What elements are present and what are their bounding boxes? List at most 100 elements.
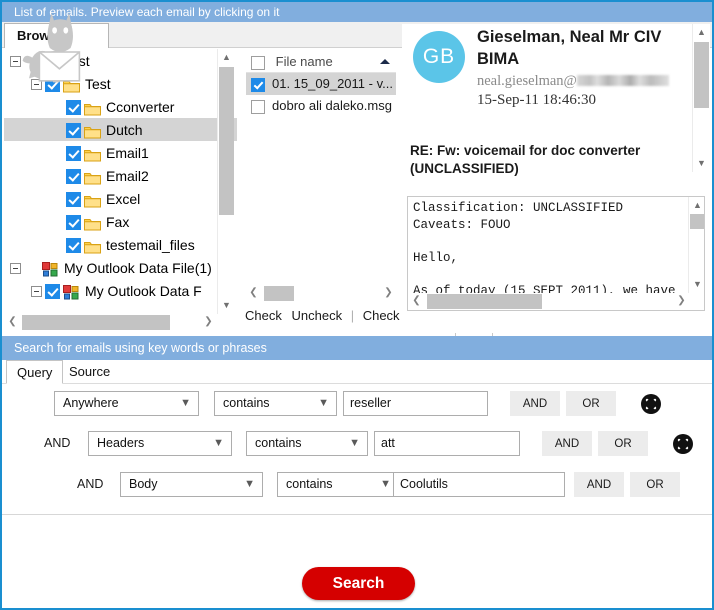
query-field-select[interactable]: Anywhere ▼ [54, 391, 199, 416]
folder-icon [84, 192, 101, 206]
search-hint-bar: Search for emails using key words or phr… [2, 336, 712, 360]
file-row-checkbox[interactable] [251, 100, 265, 114]
file-list-horizontal-scrollbar[interactable]: ❮ ❯ [245, 285, 397, 302]
tree-horizontal-scrollbar[interactable]: ❮ ❯ [4, 314, 217, 331]
query-delete-row-button[interactable] [673, 434, 693, 454]
file-row-checkbox[interactable] [251, 78, 265, 92]
tree-node[interactable]: Email2 [4, 164, 237, 187]
tree-expander-icon[interactable] [31, 286, 42, 297]
body-horizontal-scrollbar[interactable]: ❮ ❯ [408, 293, 690, 310]
tab-query[interactable]: Query [6, 360, 63, 384]
scrollbar-thumb[interactable] [694, 42, 709, 108]
scrollbar-thumb[interactable] [22, 315, 170, 330]
tree-checkbox[interactable] [66, 215, 81, 230]
top-hint-bar: List of emails. Preview each email by cl… [2, 2, 712, 22]
tree-leaf-spacer [52, 217, 63, 228]
query-value-input[interactable]: Coolutils [393, 472, 565, 497]
tree-checkbox[interactable] [45, 284, 60, 299]
tree-node-label: testemail_files [106, 237, 195, 253]
query-and-button[interactable]: AND [542, 431, 592, 456]
query-and-button[interactable]: AND [574, 472, 624, 497]
check-all-button[interactable]: Check [363, 308, 400, 323]
file-list-row[interactable]: dobro ali daleko.msg [246, 95, 396, 117]
column-header-file-name[interactable]: File name [276, 54, 333, 69]
folder-tree-panel[interactable]: TestTestCconverterDutchEmail1Email2Excel… [4, 49, 237, 314]
query-value-input[interactable]: att [374, 431, 520, 456]
tree-leaf-spacer [52, 148, 63, 159]
scrollbar-thumb[interactable] [690, 214, 705, 229]
query-operator-select[interactable]: contains ▼ [214, 391, 337, 416]
email-date: 15-Sep-11 18:46:30 [477, 92, 596, 109]
folder-icon [84, 215, 101, 229]
query-field-select[interactable]: Body ▼ [120, 472, 263, 497]
scrollbar-thumb[interactable] [264, 286, 294, 301]
chevron-down-icon[interactable]: ▼ [693, 155, 710, 172]
query-or-button[interactable]: OR [598, 431, 648, 456]
query-operator-select[interactable]: contains ▼ [246, 431, 368, 456]
email-body-box[interactable]: Classification: UNCLASSIFIED Caveats: FO… [407, 196, 705, 311]
tree-checkbox[interactable] [66, 238, 81, 253]
tab-source[interactable]: Source [59, 360, 120, 384]
tree-node[interactable]: My Outlook Data F [4, 279, 237, 302]
chevron-down-icon[interactable]: ▼ [689, 276, 705, 293]
uncheck-button[interactable]: Uncheck [285, 308, 342, 323]
chevron-left-icon[interactable]: ❮ [245, 285, 262, 302]
tree-checkbox[interactable] [66, 146, 81, 161]
chevron-down-icon[interactable]: ▼ [349, 432, 360, 455]
tree-node[interactable]: My Outlook Data File(1) [4, 256, 237, 279]
file-list-row[interactable]: 01. 15_09_2011 - v... [246, 73, 396, 95]
preview-vertical-scrollbar[interactable]: ▲ ▼ [692, 24, 710, 172]
query-or-button[interactable]: OR [566, 391, 616, 416]
chevron-down-icon[interactable]: ▼ [244, 473, 255, 496]
outlook-pst-icon [42, 261, 59, 276]
chevron-up-icon[interactable]: ▲ [689, 197, 705, 214]
query-operator-value: contains [255, 436, 302, 450]
chevron-up-icon[interactable]: ▲ [218, 49, 235, 66]
chevron-down-icon[interactable]: ▼ [218, 297, 235, 314]
tree-checkbox[interactable] [66, 123, 81, 138]
query-field-value: Anywhere [63, 396, 119, 410]
tree-checkbox[interactable] [66, 169, 81, 184]
chevron-down-icon[interactable]: ▼ [213, 432, 224, 455]
file-list-header[interactable]: File name [246, 50, 396, 73]
tree-vertical-scrollbar[interactable]: ▲ ▼ [217, 49, 234, 314]
body-vertical-scrollbar[interactable]: ▲ ▼ [688, 197, 704, 293]
tree-checkbox[interactable] [66, 100, 81, 115]
folder-icon [84, 123, 101, 137]
sort-ascending-icon[interactable] [380, 59, 390, 64]
scrollbar-thumb[interactable] [427, 294, 542, 309]
chevron-down-icon[interactable]: ▼ [318, 392, 329, 415]
chevron-up-icon[interactable]: ▲ [693, 24, 710, 41]
file-list-panel[interactable]: File name 01. 15_09_2011 - v... dobro ali… [245, 49, 397, 299]
select-all-checkbox[interactable] [251, 56, 265, 70]
query-delete-row-button[interactable] [641, 394, 661, 414]
query-operator-value: contains [223, 396, 270, 410]
chevron-down-icon[interactable]: ▼ [180, 392, 191, 415]
check-button[interactable]: Check [245, 308, 282, 323]
file-row-label: 01. 15_09_2011 - v... [272, 76, 393, 91]
query-and-button[interactable]: AND [510, 391, 560, 416]
scrollbar-thumb[interactable] [219, 67, 234, 215]
tree-node[interactable]: Excel [4, 187, 237, 210]
tree-node[interactable]: Cconverter [4, 95, 237, 118]
tree-expander-icon[interactable] [10, 263, 21, 274]
tree-checkbox[interactable] [66, 192, 81, 207]
email-body-text: Classification: UNCLASSIFIED Caveats: FO… [413, 200, 688, 299]
query-or-button[interactable]: OR [630, 472, 680, 497]
tree-node[interactable]: Email1 [4, 141, 237, 164]
email-search-app: List of emails. Preview each email by cl… [0, 0, 714, 610]
chevron-down-icon[interactable]: ▼ [380, 473, 391, 496]
query-field-select[interactable]: Headers▼ [88, 431, 232, 456]
query-value-input[interactable]: reseller [343, 391, 488, 416]
chevron-right-icon[interactable]: ❯ [673, 293, 690, 310]
search-button[interactable]: Search [302, 567, 415, 600]
chevron-left-icon[interactable]: ❮ [408, 293, 425, 310]
tree-node[interactable]: Fax [4, 210, 237, 233]
query-operator-select[interactable]: contains▼ [277, 472, 399, 497]
tree-node[interactable]: Dutch [4, 118, 237, 141]
chevron-right-icon[interactable]: ❯ [200, 314, 217, 331]
chevron-left-icon[interactable]: ❮ [4, 314, 21, 331]
query-field-value: Body [129, 477, 158, 491]
chevron-right-icon[interactable]: ❯ [380, 285, 397, 302]
tree-node[interactable]: testemail_files [4, 233, 237, 256]
